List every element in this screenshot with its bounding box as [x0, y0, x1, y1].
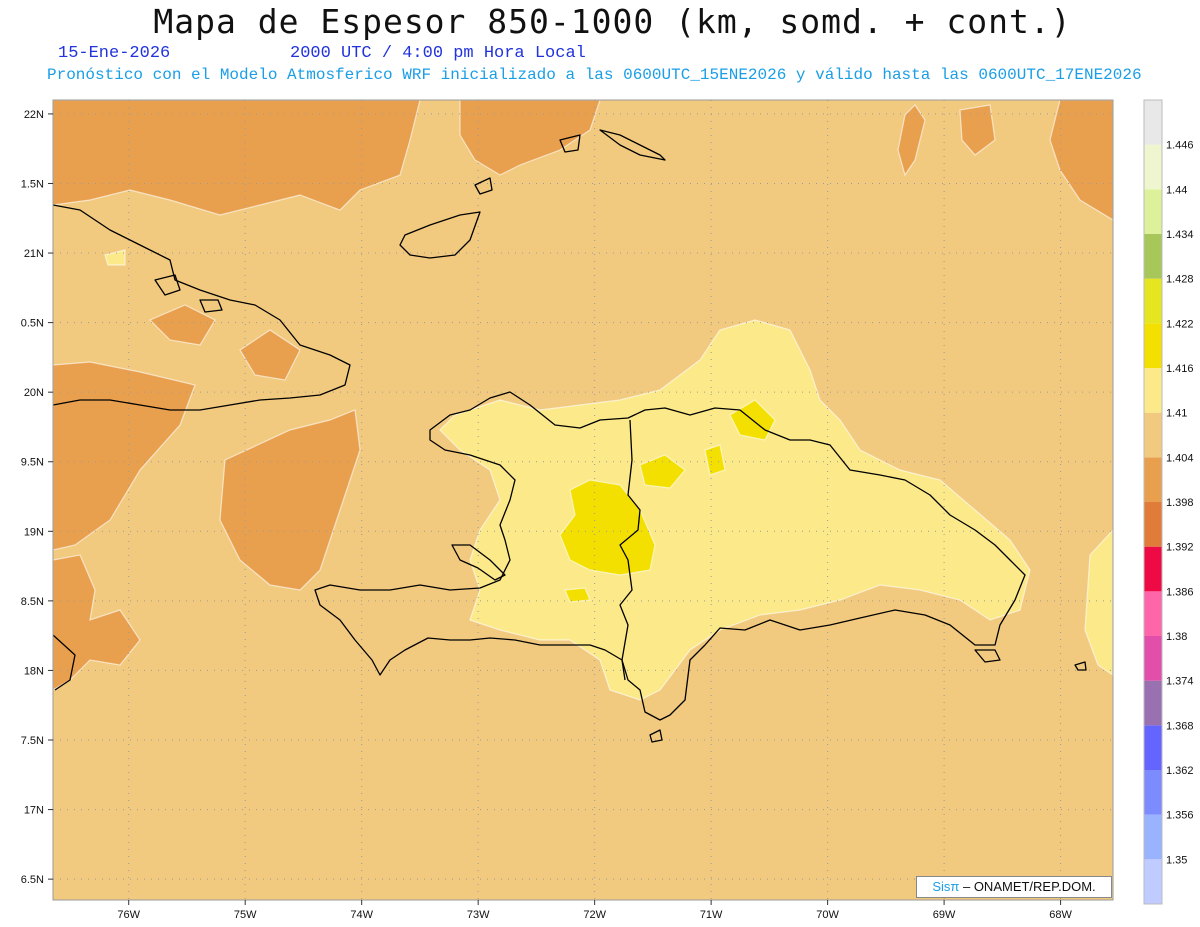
lon-tick-label: 71W [700, 909, 723, 921]
lon-tick-label: 74W [350, 909, 373, 921]
colorbar-label: 1.44 [1166, 184, 1187, 196]
lat-tick-label: 8.5N [21, 596, 44, 608]
colorbar-swatch [1144, 144, 1162, 190]
colorbar-swatch [1144, 546, 1162, 592]
lon-tick-label: 73W [467, 909, 490, 921]
colorbar-label: 1.38 [1166, 631, 1187, 643]
colorbar-swatch [1144, 368, 1162, 413]
lat-tick-label: 19N [24, 526, 44, 538]
colorbar-swatch [1144, 412, 1162, 458]
longitude-axis: 76W 75W 74W 73W 72W 71W 70W 69W 68W [117, 900, 1073, 921]
lon-tick-label: 75W [234, 909, 257, 921]
colorbar-label: 1.404 [1166, 452, 1194, 464]
sis-logo: Sisπ [932, 879, 960, 894]
colorbar-label: 1.41 [1166, 408, 1187, 420]
colorbar-swatch [1144, 814, 1162, 860]
coast-west-tip [53, 214, 54, 215]
colorbar-swatch [1144, 234, 1162, 279]
colorbar-label: 1.368 [1166, 720, 1194, 732]
colorbar-label: 1.374 [1166, 676, 1194, 688]
colorbar-swatch [1144, 859, 1162, 904]
lat-tick-label: 17N [24, 805, 44, 817]
lat-tick-label: 1.5N [21, 178, 44, 190]
lat-tick-label: 6.5N [21, 874, 44, 886]
colorbar-label: 1.422 [1166, 318, 1194, 330]
lat-tick-label: 9.5N [21, 457, 44, 469]
lat-tick-label: 18N [24, 665, 44, 677]
colorbar-swatch [1144, 100, 1162, 145]
colorbar: 1.35 1.356 1.362 1.368 1.374 1.38 1.386 1.392 1.… [1143, 99, 1194, 905]
contour-higher-south [564, 587, 591, 603]
lon-tick-label: 70W [816, 909, 839, 921]
lat-tick-label: 0.5N [21, 318, 44, 330]
lat-tick-label: 20N [24, 387, 44, 399]
colorbar-label: 1.416 [1166, 363, 1194, 375]
colorbar-swatch [1144, 502, 1162, 547]
colorbar-swatch [1144, 189, 1162, 234]
colorbar-label: 1.356 [1166, 810, 1194, 822]
colorbar-swatch [1144, 457, 1162, 502]
colorbar-swatch [1144, 680, 1162, 726]
credit-box: Sisπ – ONAMET/REP.DOM. [916, 876, 1112, 898]
colorbar-label: 1.428 [1166, 274, 1194, 286]
colorbar-label: 1.434 [1166, 229, 1194, 241]
lat-tick-label: 7.5N [21, 735, 44, 747]
map-area [53, 100, 1113, 900]
colorbar-swatch [1144, 725, 1162, 770]
latitude-axis: 22N 1.5N 21N 0.5N 20N 9.5N 19N 8.5N 18N 7.5N 17N 6.… [21, 109, 53, 886]
lat-tick-label: 22N [24, 109, 44, 121]
lon-tick-label: 68W [1049, 909, 1072, 921]
colorbar-label: 1.362 [1166, 765, 1194, 777]
colorbar-swatch [1144, 323, 1162, 368]
colorbar-label: 1.446 [1166, 140, 1194, 152]
lon-tick-label: 69W [933, 909, 956, 921]
colorbar-swatch [1144, 278, 1162, 324]
lat-tick-label: 21N [24, 248, 44, 260]
colorbar-label: 1.35 [1166, 854, 1187, 866]
colorbar-label: 1.386 [1166, 586, 1194, 598]
lon-tick-label: 76W [117, 909, 140, 921]
thickness-map: 22N 1.5N 21N 0.5N 20N 9.5N 19N 8.5N 18N 7.5N 17N 6.… [21, 99, 1194, 921]
colorbar-label: 1.398 [1166, 497, 1194, 509]
credit-text: – ONAMET/REP.DOM. [959, 879, 1096, 894]
colorbar-swatch [1144, 636, 1162, 681]
colorbar-swatch [1144, 770, 1162, 815]
colorbar-label: 1.392 [1166, 542, 1194, 554]
colorbar-swatch [1144, 591, 1162, 636]
lon-tick-label: 72W [583, 909, 606, 921]
